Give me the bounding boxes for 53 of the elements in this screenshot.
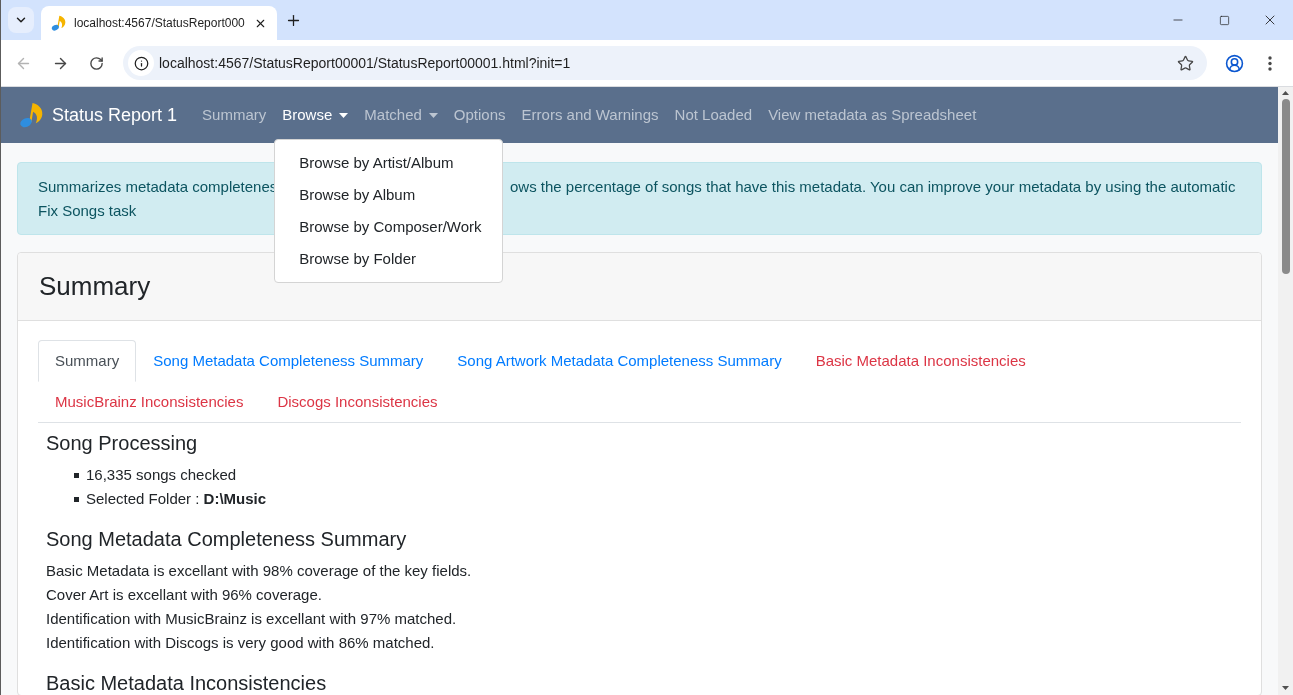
alert-text: Fix Songs task [38, 201, 137, 221]
summary-line: Basic Metadata is excellant with 98% coverage of the key fields. [46, 561, 472, 581]
summary-line: Identification with Discogs is very good with 86% matched. [46, 633, 435, 653]
section-heading: Basic Metadata Inconsistencies [46, 671, 327, 695]
nav-link[interactable]: Matched [356, 95, 446, 135]
tab[interactable]: Summary [38, 340, 137, 382]
music-note-icon [19, 102, 45, 128]
maximize-icon [1218, 14, 1230, 26]
nav-link[interactable]: Not Loaded [666, 95, 761, 135]
tab-title: localhost:4567/StatusReport000 [74, 15, 246, 32]
scroll-down-icon [1282, 686, 1289, 690]
dropdown-item[interactable]: Browse by Folder [275, 243, 503, 275]
alert-text: Summarizes metadata completenes [38, 178, 278, 195]
scroll-up-icon [1282, 91, 1289, 95]
summary-line: Identification with MusicBrainz is excellant with 97% matched. [46, 609, 457, 629]
tab[interactable]: Discogs Inconsistencies [260, 381, 455, 423]
nav-link[interactable]: Browse [274, 95, 357, 135]
nav-link[interactable]: Options [445, 95, 514, 135]
dropdown-item[interactable]: Browse by Artist/Album [275, 147, 503, 179]
profile-icon [1224, 53, 1244, 73]
alert-text: ows the percentage of songs that have this metadata. You can improve your metadata by using the automatic [510, 177, 1236, 197]
scrollbar[interactable] [1278, 87, 1293, 695]
reload-icon [88, 55, 104, 71]
music-note-icon [51, 15, 67, 31]
site-info-button[interactable] [128, 50, 154, 76]
address-bar[interactable]: localhost:4567/StatusReport00001/StatusReport00001.html?init=1 [123, 46, 1207, 80]
section-heading: Song Metadata Completeness Summary [46, 527, 407, 551]
url-text: localhost:4567/StatusReport00001/StatusReport00001.html?init=1 [159, 53, 571, 73]
bullet-icon [74, 472, 79, 478]
card-title: Summary [39, 270, 151, 303]
tab[interactable]: Basic Metadata Inconsistencies [798, 340, 1043, 382]
caret-icon [428, 112, 438, 118]
scrollbar-thumb[interactable] [1281, 99, 1290, 274]
browser-tab[interactable]: localhost:4567/StatusReport000 [41, 6, 277, 40]
dropdown-item[interactable]: Browse by Album [275, 179, 503, 211]
list-item: Selected Folder : D:\Music [86, 489, 267, 509]
tab[interactable]: Song Artwork Metadata Completeness Summary [440, 340, 799, 382]
tab-search-button[interactable] [8, 7, 34, 33]
tab[interactable]: Song Metadata Completeness Summary [136, 340, 441, 382]
list-item: 16,335 songs checked [86, 465, 237, 485]
brand-title[interactable]: Status Report 1 [52, 101, 178, 129]
summary-line: Cover Art is excellant with 96% coverage. [46, 585, 322, 605]
section-heading: Song Processing [46, 431, 198, 455]
menu-icon [1268, 55, 1272, 71]
info-icon [133, 55, 149, 71]
tab[interactable]: MusicBrainz Inconsistencies [38, 381, 261, 423]
nav-link[interactable]: Errors and Warnings [513, 95, 667, 135]
star-icon [1176, 54, 1194, 72]
nav-link[interactable]: Summary [194, 95, 275, 135]
bullet-icon [74, 496, 79, 502]
caret-icon [339, 112, 349, 118]
dropdown-item[interactable]: Browse by Composer/Work [275, 211, 503, 243]
nav-link[interactable]: View metadata as Spreadsheet [760, 95, 985, 135]
